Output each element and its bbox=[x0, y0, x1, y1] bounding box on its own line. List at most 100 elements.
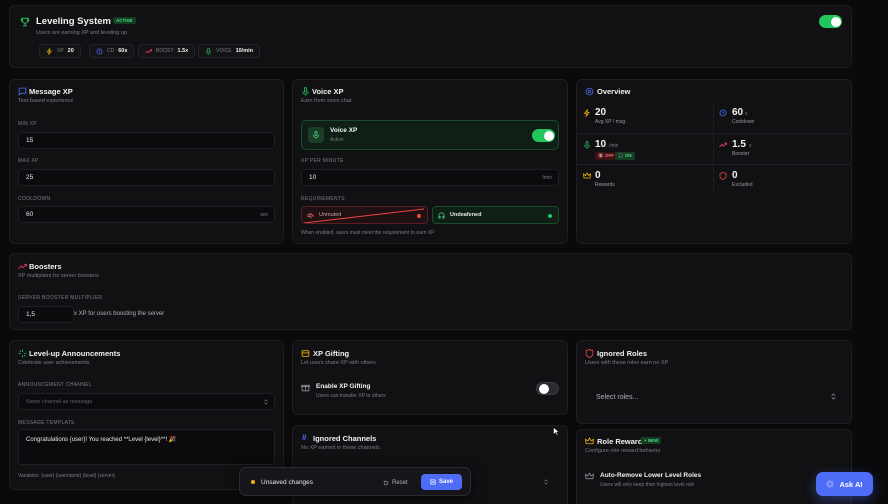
gifting-toggle-sub: Users can transfer XP to others bbox=[316, 393, 386, 399]
stat-unit: /min bbox=[609, 143, 619, 149]
pill-value: 1.5x bbox=[177, 48, 189, 54]
headphones-icon bbox=[438, 212, 445, 219]
crown-icon bbox=[583, 172, 591, 179]
voice-pill: VOICE 10/min bbox=[198, 44, 260, 58]
card-title: Level-up Announcements bbox=[29, 349, 121, 358]
stat-value: 0 bbox=[595, 170, 601, 181]
pill-key: VOICE bbox=[216, 48, 232, 54]
page-subtitle: Users are earning XP and leveling up bbox=[36, 30, 128, 36]
field-label: MESSAGE TEMPLATE bbox=[18, 420, 75, 426]
gauge-icon bbox=[585, 87, 594, 96]
card-subtitle: XP multipliers for server boosters bbox=[18, 273, 99, 279]
card-title: Role Rewards bbox=[597, 437, 647, 446]
mic-icon bbox=[205, 47, 212, 55]
status-dot bbox=[417, 214, 421, 218]
stat-label: Cooldown bbox=[732, 119, 755, 125]
min-xp-input[interactable]: 15 bbox=[18, 132, 275, 149]
save-button[interactable]: Save bbox=[421, 474, 462, 490]
xp-pill: XP 20 bbox=[39, 44, 81, 58]
boost-pill: BOOST 1.5x bbox=[138, 44, 196, 58]
ignored-roles-card: Ignored Roles Users with these roles ear… bbox=[576, 340, 852, 424]
hash-icon: # bbox=[302, 433, 307, 442]
gifting-toggle-title: Enable XP Gifting bbox=[316, 383, 371, 390]
trophy-icon bbox=[20, 17, 30, 27]
card-title: Ignored Channels bbox=[313, 434, 377, 443]
ask-ai-button[interactable]: Ask AI bbox=[816, 472, 873, 496]
mic-icon bbox=[313, 131, 319, 139]
cooldown-input[interactable]: 60 sec bbox=[18, 206, 275, 223]
voice-toggle-title: Voice XP bbox=[330, 127, 358, 134]
role-rewards-card: Role Rewards + NEW Configure role reward… bbox=[576, 429, 852, 504]
message-template-textarea[interactable]: Congratulations {user}! You reached **Le… bbox=[18, 429, 275, 465]
trend-up-icon bbox=[719, 142, 727, 148]
overview-divider-v bbox=[713, 102, 714, 194]
card-title: XP Gifting bbox=[313, 349, 350, 358]
voice-toggle-status: Active bbox=[330, 137, 344, 143]
req-undeafened-button[interactable]: Undeafened bbox=[432, 206, 559, 224]
unit-suffix: sec bbox=[260, 211, 268, 218]
voice-xp-toggle[interactable] bbox=[532, 129, 555, 142]
stat-label: Rewards bbox=[595, 182, 615, 188]
voice-xp-card: Voice XP Earn from voice chat Voice XP A… bbox=[292, 79, 568, 244]
req-unmuted-button[interactable]: Unmuted bbox=[301, 206, 428, 224]
new-badge: + NEW bbox=[641, 437, 662, 444]
max-xp-input[interactable]: 25 bbox=[18, 169, 275, 186]
shield-icon bbox=[585, 349, 594, 358]
toggle-knob bbox=[830, 16, 841, 27]
card-title: Message XP bbox=[29, 87, 73, 96]
chevron-updown-icon[interactable] bbox=[543, 479, 549, 485]
auto-remove-title: Auto-Remove Lower Level Roles bbox=[600, 472, 702, 479]
overview-card: Overview 20 Avg XP / msg 60 s Cooldown 1… bbox=[576, 79, 852, 244]
booster-multiplier-input[interactable]: 1,5 bbox=[18, 306, 74, 323]
sparkle-icon bbox=[18, 349, 27, 358]
stat-unit: x bbox=[749, 143, 752, 149]
template-text: Congratulations {user}! You reached **Le… bbox=[26, 437, 177, 443]
save-bar: Unsaved changes Reset Save bbox=[239, 467, 471, 496]
requirements-note: When enabled, users must meet the requir… bbox=[301, 230, 435, 236]
crown-icon bbox=[585, 437, 594, 445]
reset-button[interactable]: Reset bbox=[383, 475, 408, 490]
pill-key: BOOST bbox=[156, 48, 174, 54]
field-label: MIN XP bbox=[18, 121, 38, 127]
cooldown-pill: CD 60s bbox=[89, 44, 135, 58]
leveling-header-card: Leveling System ACTIVE Users are earning… bbox=[9, 5, 852, 68]
strike-line bbox=[303, 208, 425, 223]
voice-toggle-panel: Voice XP Active bbox=[301, 120, 559, 150]
field-label: SERVER BOOSTER MULTIPLIER bbox=[18, 295, 103, 301]
stat-value: 0 bbox=[732, 170, 738, 181]
crown-icon bbox=[585, 472, 594, 480]
multiplier-note: x XP for users boosting the server bbox=[74, 311, 165, 317]
card-subtitle: No XP earned in these channels bbox=[301, 445, 380, 451]
unit-suffix: /min bbox=[542, 174, 552, 181]
toggle-knob bbox=[543, 130, 554, 141]
card-subtitle: Celebrate user achievements bbox=[18, 360, 90, 366]
stat-label: Booster bbox=[732, 151, 750, 157]
ignored-roles-select[interactable]: Select roles... bbox=[585, 389, 843, 405]
message-icon bbox=[18, 87, 27, 96]
field-label: REQUIREMENTS bbox=[301, 196, 345, 202]
status-badge: ACTIVE bbox=[113, 17, 136, 24]
leveling-enabled-toggle[interactable] bbox=[819, 15, 842, 28]
channel-placeholder: Same channel as message bbox=[26, 398, 93, 405]
chevron-updown-icon bbox=[264, 399, 268, 405]
stat-label: Excluded bbox=[732, 182, 753, 188]
voice-on-badge: 🎧 ON bbox=[615, 152, 635, 160]
boosters-card: Boosters XP multipliers for server boost… bbox=[9, 253, 852, 330]
toggle-knob bbox=[538, 384, 549, 394]
trend-up-icon bbox=[145, 48, 152, 53]
xp-per-minute-input[interactable]: 10 /min bbox=[301, 169, 559, 186]
pill-key: CD bbox=[107, 48, 115, 54]
clock-icon bbox=[719, 109, 727, 117]
save-label: Save bbox=[438, 479, 453, 485]
pill-value: 20 bbox=[67, 48, 74, 54]
clock-icon bbox=[96, 48, 103, 54]
mic-icon bbox=[584, 141, 590, 149]
coins-icon bbox=[301, 350, 310, 357]
card-subtitle: Earn from voice chat bbox=[301, 98, 352, 104]
field-label: COOLDOWN bbox=[18, 196, 51, 202]
xp-gifting-toggle[interactable] bbox=[536, 382, 559, 395]
card-title: Voice XP bbox=[312, 87, 344, 96]
message-xp-card: Message XP Text-based experience MIN XP … bbox=[9, 79, 284, 244]
shield-icon bbox=[719, 172, 727, 180]
announcement-channel-select[interactable]: Same channel as message bbox=[18, 393, 275, 410]
